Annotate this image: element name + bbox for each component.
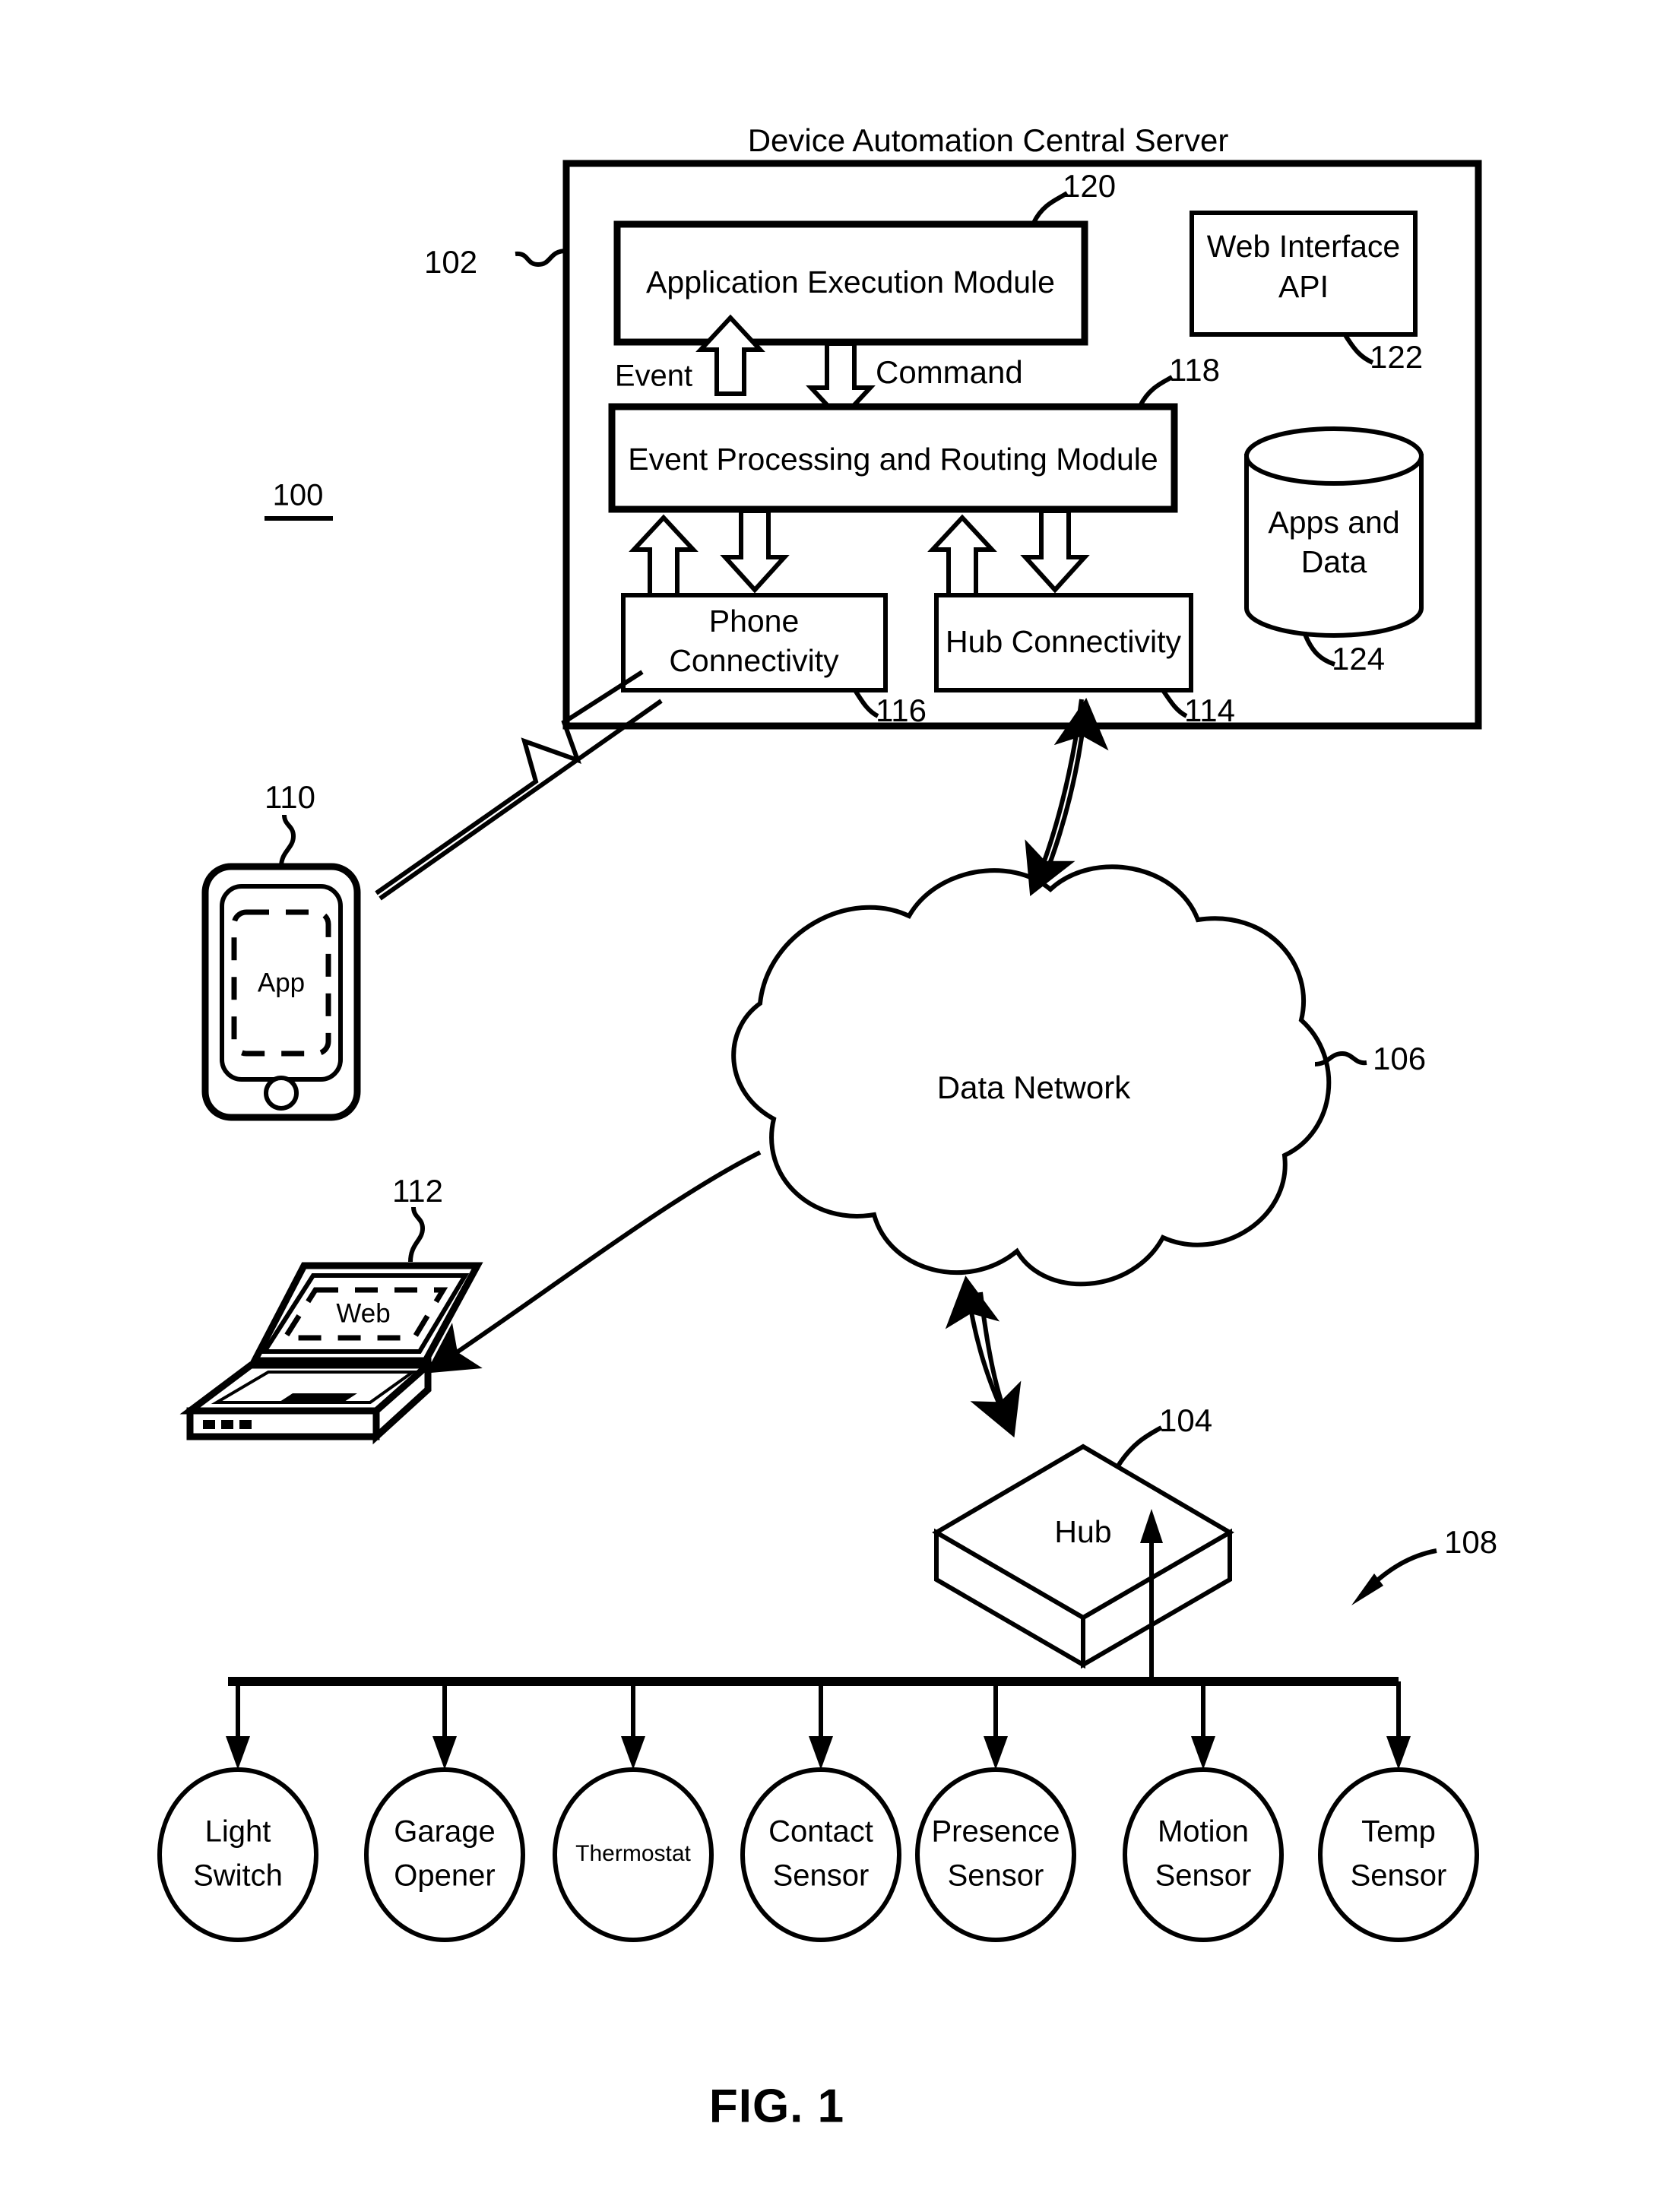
application-execution-module-label: Application Execution Module — [646, 265, 1055, 299]
aem-ref-label: 120 — [1063, 168, 1116, 204]
laptop-indicator-3 — [239, 1420, 252, 1429]
data-network-ref-label: 106 — [1373, 1041, 1426, 1076]
device-drop-arrow-5 — [984, 1736, 1008, 1770]
device-node-4 — [740, 1767, 901, 1942]
apps-and-data-label-line1: Apps and — [1268, 505, 1399, 540]
web-interface-api-label-line2: API — [1278, 269, 1329, 304]
smartphone-ref-label: 110 — [265, 779, 315, 815]
hub-ref-label: 104 — [1159, 1402, 1212, 1438]
system-architecture-diagram: Device Automation Central Server 102 100… — [157, 122, 1497, 2132]
device-label-2-line1: Garage — [394, 1815, 495, 1849]
laptop-base-front — [186, 1407, 380, 1440]
hub-connectivity-label: Hub Connectivity — [946, 624, 1181, 659]
laptop-ref-leader — [408, 1206, 426, 1263]
device-drop-arrow-3 — [621, 1736, 645, 1770]
device-label-4-line1: Contact — [768, 1815, 873, 1849]
apps-and-data-cylinder-top — [1244, 426, 1424, 486]
hub-connectivity-ref-label: 114 — [1184, 692, 1235, 728]
device-node-6 — [1123, 1767, 1284, 1942]
laptop-indicator-2 — [221, 1420, 233, 1429]
hub-label: Hub — [1054, 1514, 1111, 1549]
device-label-7-line2: Sensor — [1351, 1859, 1447, 1893]
device-label-1-line1: Light — [205, 1815, 271, 1849]
eprm-ref-label: 118 — [1169, 352, 1220, 388]
device-label-6-line1: Motion — [1158, 1815, 1249, 1849]
device-node-2 — [364, 1767, 525, 1942]
device-drop-arrow-2 — [432, 1736, 457, 1770]
device-drop-arrow-1 — [226, 1736, 250, 1770]
device-drop-arrow-7 — [1386, 1736, 1411, 1770]
arrow-cloud-to-laptop — [426, 1150, 762, 1374]
wireless-link-bolt-edge — [379, 699, 663, 901]
device-node-1 — [157, 1767, 318, 1942]
patent-figure: Device Automation Central Server 102 100… — [0, 0, 1660, 2212]
phone-connectivity-ref-label: 116 — [876, 692, 927, 728]
laptop-ref-label: 112 — [392, 1173, 443, 1209]
device-label-7-line1: Temp — [1361, 1815, 1436, 1849]
device-label-5-line2: Sensor — [948, 1859, 1044, 1893]
phone-ref-leader — [279, 814, 296, 867]
device-label-3-line1: Thermostat — [575, 1841, 691, 1866]
laptop-indicator-1 — [203, 1420, 215, 1429]
device-drop-arrow-4 — [809, 1736, 833, 1770]
device-group-ref-label: 108 — [1444, 1524, 1497, 1560]
device-drop-arrow-6 — [1191, 1736, 1215, 1770]
apps-and-data-label-line2: Data — [1301, 544, 1367, 579]
event-flow-label: Event — [615, 360, 692, 393]
device-label-2-line2: Opener — [394, 1859, 495, 1893]
device-label-5-line1: Presence — [932, 1815, 1060, 1849]
device-node-5 — [915, 1767, 1076, 1942]
phone-connectivity-label-line2: Connectivity — [669, 643, 839, 678]
hub-ref-leader — [1115, 1425, 1163, 1469]
command-flow-label: Command — [876, 354, 1023, 390]
server-title: Device Automation Central Server — [748, 122, 1229, 158]
smartphone-app-label: App — [258, 968, 305, 997]
device-node-7 — [1318, 1767, 1479, 1942]
web-interface-api-ref-label: 122 — [1370, 339, 1423, 375]
smartphone-home-button — [264, 1076, 299, 1111]
device-label-6-line2: Sensor — [1155, 1859, 1252, 1893]
server-ref-leader — [515, 249, 567, 268]
data-network-label: Data Network — [937, 1070, 1131, 1105]
laptop-web-label: Web — [336, 1298, 390, 1328]
figure-caption: FIG. 1 — [709, 2080, 844, 2132]
phone-connectivity-label-line1: Phone — [709, 604, 800, 639]
system-ref-label: 100 — [273, 479, 324, 512]
web-interface-api-label-line1: Web Interface — [1207, 229, 1401, 264]
apps-and-data-ref-label: 124 — [1332, 641, 1385, 677]
server-ref-label: 102 — [424, 244, 477, 280]
device-label-1-line2: Switch — [193, 1859, 283, 1893]
device-label-4-line2: Sensor — [773, 1859, 870, 1893]
event-processing-routing-module-label: Event Processing and Routing Module — [628, 442, 1158, 477]
